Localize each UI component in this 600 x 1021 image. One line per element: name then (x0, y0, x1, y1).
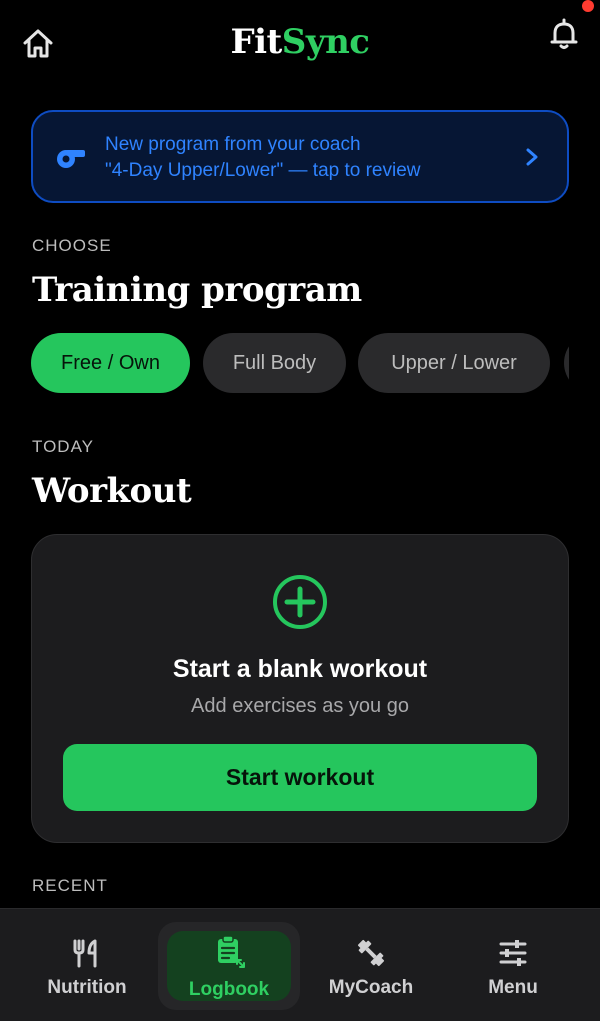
card-subtitle: Add exercises as you go (191, 695, 409, 717)
nav-label-menu: Menu (488, 977, 538, 998)
start-workout-button[interactable]: Start workout (63, 744, 537, 811)
brand-part-2: Sync (281, 22, 370, 62)
chip-more-partial[interactable] (564, 333, 569, 393)
bottom-navigation: Nutrition Logbook MyCoach Menu (0, 908, 600, 1021)
chip-free-own[interactable]: Free / Own (31, 333, 190, 393)
plus-circle-icon (273, 575, 327, 629)
chevron-right-icon (526, 148, 538, 166)
nav-label-logbook: Logbook (188, 979, 270, 1000)
whistle-icon (57, 150, 85, 168)
banner-subtitle: "4-Day Upper/Lower" — tap to review (105, 160, 421, 181)
dumbbell-icon (357, 939, 385, 967)
program-chip-row: Free / Own Full Body Upper / Lower (31, 333, 569, 393)
section-title-workout: Workout (32, 471, 192, 511)
section-eyebrow-choose: CHOOSE (32, 236, 112, 255)
nav-item-nutrition[interactable]: Nutrition (17, 909, 157, 1021)
nav-item-menu[interactable]: Menu (443, 909, 583, 1021)
notifications-button[interactable] (546, 16, 582, 52)
bell-icon (550, 18, 578, 49)
nav-item-logbook[interactable]: Logbook (159, 909, 299, 1021)
card-title: Start a blank workout (172, 655, 428, 683)
top-bar: FitSync (0, 0, 600, 90)
section-eyebrow-recent: RECENT (32, 876, 108, 895)
fork-knife-icon (73, 939, 97, 968)
sliders-icon (499, 940, 527, 966)
nav-label-nutrition: Nutrition (47, 977, 127, 998)
notification-dot (582, 0, 594, 12)
blank-workout-card: Start a blank workout Add exercises as y… (31, 534, 569, 843)
chip-full-body[interactable]: Full Body (203, 333, 346, 393)
nav-item-mycoach[interactable]: MyCoach (301, 909, 441, 1021)
chip-upper-lower[interactable]: Upper / Lower (358, 333, 550, 393)
app-logo: FitSync (0, 22, 600, 62)
section-title-training-program: Training program (32, 270, 362, 310)
banner-title: New program from your coach (105, 134, 361, 155)
section-eyebrow-today: TODAY (32, 437, 94, 456)
nav-label-mycoach: MyCoach (328, 977, 414, 998)
brand-part-1: Fit (230, 22, 283, 62)
coach-program-banner[interactable]: New program from your coach "4-Day Upper… (31, 110, 569, 203)
clipboard-icon (218, 935, 245, 968)
